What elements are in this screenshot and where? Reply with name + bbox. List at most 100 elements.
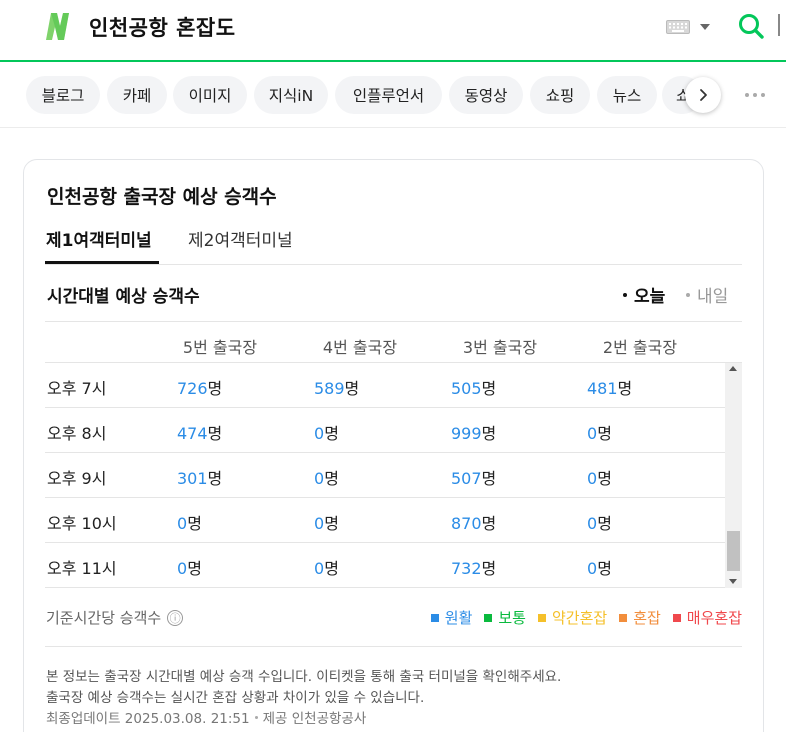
tab-shopping[interactable]: 쇼핑 xyxy=(530,76,590,114)
unit-label: 명 xyxy=(597,559,612,578)
card-title: 인천공항 출국장 예상 승객수 xyxy=(47,186,277,208)
count-value: 505 xyxy=(451,379,482,398)
count-value: 0 xyxy=(587,424,598,443)
scroll-down-arrow-icon[interactable] xyxy=(729,579,737,584)
day-option-label: 내일 xyxy=(697,287,729,307)
tabs-next-button[interactable] xyxy=(685,77,721,113)
search-query-text[interactable]: 인천공항 혼잡도 xyxy=(89,12,236,42)
legend-caption-text: 기준시간당 승객수 xyxy=(46,609,162,627)
scroll-up-arrow-icon[interactable] xyxy=(729,366,737,371)
tab-terminal-1[interactable]: 제1여객터미널 xyxy=(46,226,152,251)
count-cell: 999명 xyxy=(451,420,496,444)
count-value: 726 xyxy=(177,379,208,398)
unit-label: 명 xyxy=(324,424,339,443)
time-cell: 오후 7시 xyxy=(47,379,107,398)
search-header: 인천공항 혼잡도 xyxy=(0,0,786,62)
unit-label: 명 xyxy=(207,424,223,443)
congestion-legend: 원활 보통 약간혼잡 혼잡 매우혼잡 xyxy=(358,607,742,628)
unit-label: 명 xyxy=(207,469,223,488)
tab-video[interactable]: 동영상 xyxy=(449,76,523,114)
table-row: 오후 8시 474명 0명 999명 0명 xyxy=(45,408,725,453)
last-updated-text: 최종업데이트 2025.03.08. 21:51 xyxy=(46,711,250,727)
count-cell: 0명 xyxy=(587,510,612,534)
more-options-icon[interactable] xyxy=(744,90,766,100)
search-icon[interactable] xyxy=(737,12,765,40)
unit-label: 명 xyxy=(324,559,339,578)
tab-blog[interactable]: 블로그 xyxy=(26,76,100,114)
count-value: 0 xyxy=(314,424,325,443)
column-header-gate-2: 2번 출국장 xyxy=(602,338,678,357)
tab-kin[interactable]: 지식iN xyxy=(254,76,328,114)
caret-down-icon xyxy=(700,24,710,30)
legend-caption: 기준시간당 승객수 ⓘ xyxy=(46,607,184,628)
count-value: 732 xyxy=(451,559,482,578)
count-value: 0 xyxy=(177,514,188,533)
airport-congestion-card: 인천공항 출국장 예상 승객수 제1여객터미널 제2여객터미널 시간대별 예상 … xyxy=(23,159,764,732)
time-cell: 오후 9시 xyxy=(47,469,107,488)
day-option-today[interactable]: 오늘 xyxy=(623,282,665,307)
unit-label: 명 xyxy=(187,514,202,533)
unit-label: 명 xyxy=(324,514,339,533)
count-cell: 481명 xyxy=(587,375,632,399)
unit-label: 명 xyxy=(481,469,497,488)
count-cell: 0명 xyxy=(314,465,339,489)
count-value: 474 xyxy=(177,424,208,443)
count-value: 589 xyxy=(314,379,345,398)
count-cell: 0명 xyxy=(314,420,339,444)
count-cell: 0명 xyxy=(587,555,612,579)
count-value: 0 xyxy=(314,514,325,533)
divider xyxy=(45,321,742,322)
count-value: 0 xyxy=(314,469,325,488)
unit-label: 명 xyxy=(207,379,223,398)
count-cell: 507명 xyxy=(451,465,496,489)
scrollbar-thumb[interactable] xyxy=(727,531,740,571)
table-scrollbar[interactable] xyxy=(725,363,742,588)
count-cell: 589명 xyxy=(314,375,359,399)
count-cell: 0명 xyxy=(587,465,612,489)
tab-cafe[interactable]: 카페 xyxy=(107,76,167,114)
time-cell: 오후 10시 xyxy=(47,514,117,533)
count-cell: 474명 xyxy=(177,420,222,444)
legend-item-normal: 보통 xyxy=(484,607,526,628)
table-row: 오후 10시 0명 0명 870명 0명 xyxy=(45,498,725,543)
tab-terminal-2[interactable]: 제2여객터미널 xyxy=(188,226,293,251)
unit-label: 명 xyxy=(481,559,497,578)
count-cell: 726명 xyxy=(177,375,222,399)
count-value: 481 xyxy=(587,379,618,398)
count-value: 507 xyxy=(451,469,482,488)
count-cell: 0명 xyxy=(177,555,202,579)
tab-news[interactable]: 뉴스 xyxy=(597,76,657,114)
legend-swatch xyxy=(672,613,681,622)
count-value: 0 xyxy=(177,559,188,578)
tab-influencer[interactable]: 인플루언서 xyxy=(335,76,442,114)
column-header-gate-4: 4번 출국장 xyxy=(322,338,398,357)
keyboard-toggle-button[interactable] xyxy=(666,17,714,37)
info-note: 출국장 예상 승객수는 실시간 혼잡 상황과 차이가 있을 수 있습니다. xyxy=(46,690,425,706)
count-cell: 0명 xyxy=(587,420,612,444)
count-value: 0 xyxy=(314,559,325,578)
legend-label: 혼잡 xyxy=(633,609,661,627)
passenger-table[interactable]: 오후 7시 726명 589명 505명 481명 오후 8시 474명 0명 … xyxy=(45,363,725,588)
section-title: 시간대별 예상 승객수 xyxy=(47,287,200,307)
day-option-label: 오늘 xyxy=(634,287,666,307)
unit-label: 명 xyxy=(597,424,612,443)
day-option-tomorrow[interactable]: 내일 xyxy=(686,282,728,307)
time-cell: 오후 11시 xyxy=(47,559,117,578)
chevron-right-icon xyxy=(700,89,707,101)
tab-image[interactable]: 이미지 xyxy=(173,76,247,114)
legend-label: 보통 xyxy=(498,609,526,627)
count-value: 0 xyxy=(587,514,598,533)
column-header-gate-5: 5번 출국장 xyxy=(182,338,258,357)
legend-label: 원활 xyxy=(444,609,473,627)
info-icon[interactable]: ⓘ xyxy=(167,609,184,626)
table-row: 오후 11시 0명 0명 732명 0명 xyxy=(45,543,725,588)
count-value: 999 xyxy=(451,424,482,443)
legend-item-very-busy: 매우혼잡 xyxy=(672,607,742,628)
naver-n-logo-icon[interactable] xyxy=(40,9,74,43)
count-value: 0 xyxy=(587,469,598,488)
count-cell: 0명 xyxy=(177,510,202,534)
legend-item-busy: 혼잡 xyxy=(619,607,661,628)
provider-text: 제공 인천공항공사 xyxy=(262,711,367,727)
unit-label: 명 xyxy=(187,559,202,578)
unit-label: 명 xyxy=(597,469,612,488)
